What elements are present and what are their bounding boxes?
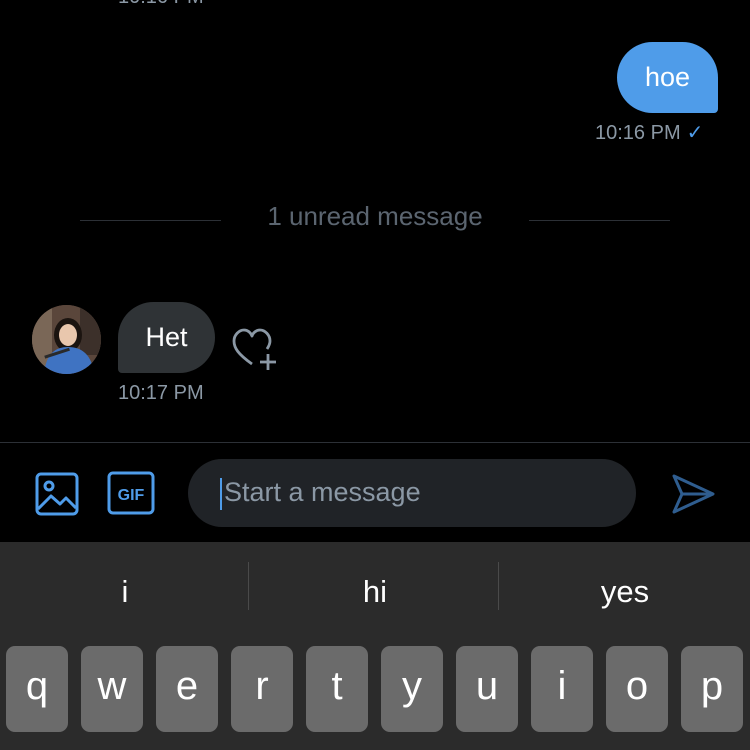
key-y[interactable]: y bbox=[381, 646, 443, 732]
keyboard: i hi yes q w e r t y u i o p bbox=[0, 542, 750, 750]
message-composer: GIF Start a message bbox=[0, 442, 750, 543]
key-o[interactable]: o bbox=[606, 646, 668, 732]
text-cursor bbox=[220, 478, 222, 510]
outgoing-message-text: hoe bbox=[644, 62, 691, 92]
key-p[interactable]: p bbox=[681, 646, 743, 732]
send-icon[interactable] bbox=[670, 473, 716, 515]
suggestion-divider bbox=[248, 562, 249, 610]
incoming-message-bubble[interactable]: Het bbox=[118, 302, 215, 373]
image-icon[interactable] bbox=[34, 471, 80, 517]
key-r[interactable]: r bbox=[231, 646, 293, 732]
key-t[interactable]: t bbox=[306, 646, 368, 732]
gif-label: GIF bbox=[118, 487, 145, 504]
message-input-placeholder: Start a message bbox=[224, 477, 421, 507]
incoming-message-time: 10:17 PM bbox=[118, 382, 204, 404]
unread-divider-label: 1 unread message bbox=[267, 201, 483, 231]
key-i[interactable]: i bbox=[531, 646, 593, 732]
key-u[interactable]: u bbox=[456, 646, 518, 732]
incoming-message-text: Het bbox=[145, 322, 188, 352]
key-e[interactable]: e bbox=[156, 646, 218, 732]
avatar-photo bbox=[32, 305, 101, 374]
outgoing-message-time: 10:16 PM bbox=[595, 122, 681, 144]
suggestion-2[interactable]: hi bbox=[250, 542, 500, 642]
suggestion-1[interactable]: i bbox=[0, 542, 250, 642]
conversation-area: 10:16 PM hoe 10:16 PM✓ 1 unread message … bbox=[0, 0, 750, 442]
suggestion-divider bbox=[498, 562, 499, 610]
key-q[interactable]: q bbox=[6, 646, 68, 732]
outgoing-message-bubble[interactable]: hoe bbox=[617, 42, 718, 113]
suggestion-3[interactable]: yes bbox=[500, 542, 750, 642]
outgoing-message-meta: 10:16 PM ✓ bbox=[595, 120, 703, 145]
gif-icon[interactable]: GIF bbox=[107, 471, 155, 515]
previous-message-time: 10:16 PM bbox=[118, 0, 204, 9]
read-check-icon: ✓ bbox=[686, 122, 704, 144]
message-input[interactable]: Start a message bbox=[188, 459, 636, 527]
heart-plus-icon[interactable] bbox=[230, 326, 280, 372]
avatar[interactable] bbox=[32, 305, 101, 374]
key-w[interactable]: w bbox=[81, 646, 143, 732]
unread-divider-line-right bbox=[529, 220, 670, 221]
